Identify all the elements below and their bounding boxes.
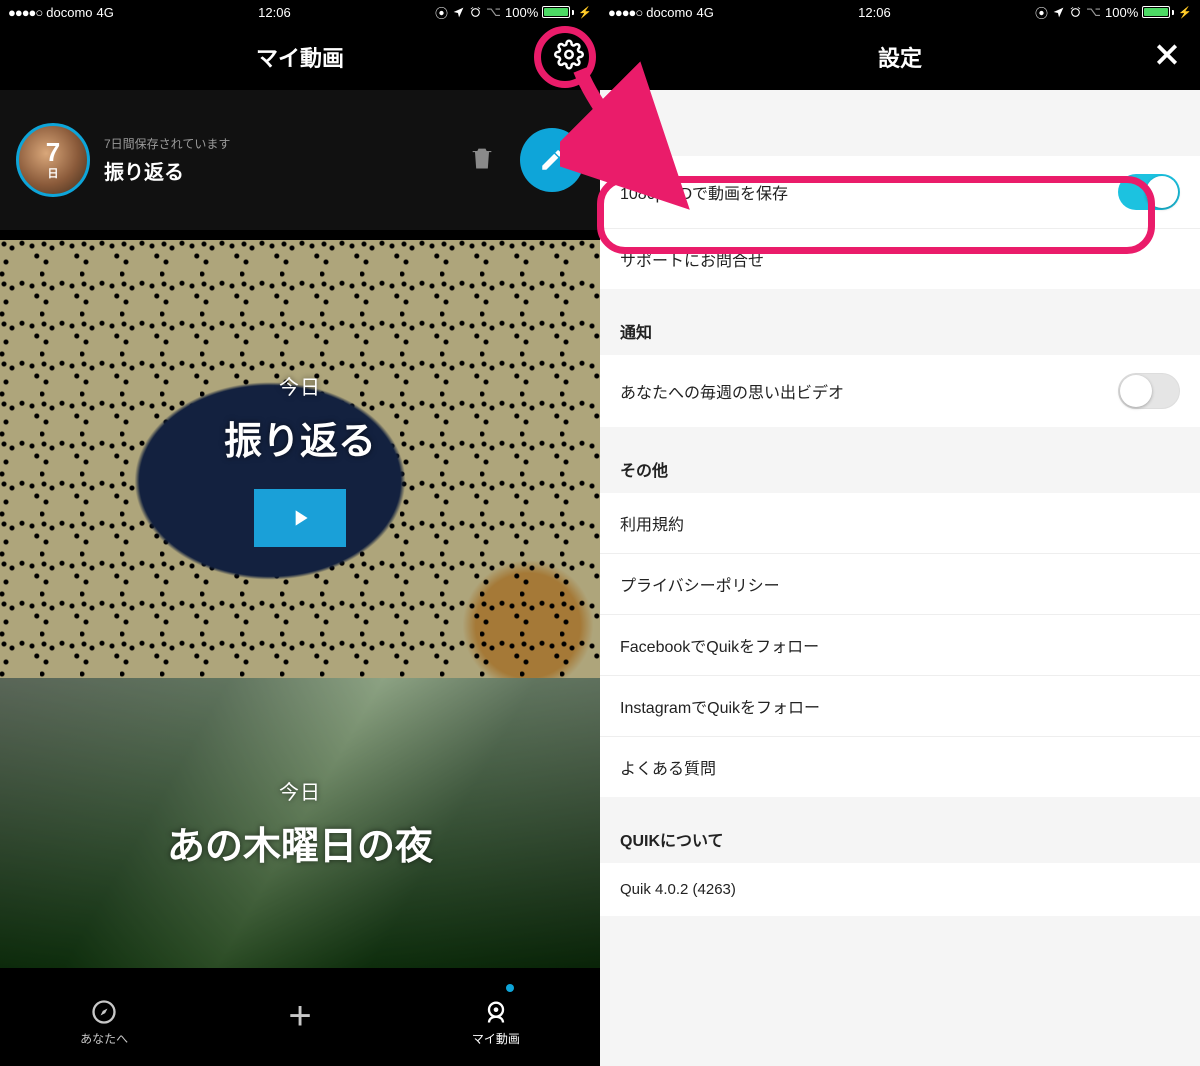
video-date: 今日 [279,371,321,400]
row-version: Quik 4.0.2 (4263) [600,863,1200,916]
signal-indicator: ●●●●○ [608,5,642,20]
row-label: 利用規約 [620,511,684,535]
delete-button[interactable] [468,144,496,177]
settings-list[interactable]: 一般 1080p HDで動画を保存 サポートにお問合せ 通知 あなたへの毎週の思… [600,90,1200,1066]
video-card-1[interactable]: 今日 振り返る [0,240,600,678]
location-icon [1052,6,1065,19]
carrier-label: docomo [46,5,92,20]
row-instagram[interactable]: InstagramでQuikをフォロー [600,676,1200,737]
status-bar: ●●●●○ docomo 4G 12:06 ⦿ ⌥ 100% ⚡ [0,0,600,24]
charging-icon: ⚡ [578,6,592,19]
bluetooth-icon: ⌥ [1086,4,1101,20]
pending-subtitle: 7日間保存されています [104,135,454,152]
clock: 12:06 [258,5,291,20]
pending-card[interactable]: 7 日 7日間保存されています 振り返る [0,90,600,240]
row-terms[interactable]: 利用規約 [600,493,1200,554]
alarm-icon [1069,6,1082,19]
row-faq[interactable]: よくある質問 [600,737,1200,797]
row-label: プライバシーポリシー [620,572,780,596]
close-button[interactable] [1152,40,1182,75]
close-icon [1152,40,1182,70]
network-label: 4G [697,5,714,20]
tab-label: マイ動画 [472,1030,520,1047]
plus-icon: + [288,1000,311,1032]
alarm-icon [469,6,482,19]
edit-button[interactable] [520,128,584,192]
battery-icon [542,6,574,18]
location-icon [452,6,465,19]
section-other: その他 [600,427,1200,493]
pending-days-badge: 7 日 [16,123,90,197]
row-label: サポートにお問合せ [620,247,764,271]
bluetooth-icon: ⌥ [486,4,501,20]
toggle-save-1080p[interactable] [1118,174,1180,210]
video-title: あの木曜日の夜 [167,815,433,870]
video-date: 今日 [279,776,321,805]
video-card-2[interactable]: 今日 あの木曜日の夜 [0,678,600,968]
tab-label: あなたへ [80,1030,128,1047]
row-label: あなたへの毎週の思い出ビデオ [620,379,844,403]
play-button[interactable] [254,489,346,547]
video-title: 振り返る [224,410,376,465]
row-facebook[interactable]: FacebookでQuikをフォロー [600,615,1200,676]
phone-left: ●●●●○ docomo 4G 12:06 ⦿ ⌥ 100% ⚡ マイ動画 [0,0,600,1066]
nav-title: マイ動画 [256,41,344,73]
row-label: FacebookでQuikをフォロー [620,633,819,657]
battery-pct: 100% [1105,5,1138,20]
notification-dot [506,984,514,992]
pencil-icon [539,147,565,173]
network-label: 4G [97,5,114,20]
battery-icon [1142,6,1174,18]
user-video-icon [482,998,510,1026]
play-icon [287,505,313,531]
nav-title: 設定 [878,41,922,73]
tab-add[interactable]: + [288,1006,311,1038]
battery-pct: 100% [505,5,538,20]
section-notifications: 通知 [600,289,1200,355]
row-label: よくある質問 [620,755,716,779]
nav-bar: マイ動画 [0,24,600,90]
row-support[interactable]: サポートにお問合せ [600,229,1200,289]
section-general: 一般 [600,90,1200,156]
row-label: 1080p HDで動画を保存 [620,180,788,204]
pending-days-unit: 日 [48,165,59,181]
tab-for-you[interactable]: あなたへ [80,998,128,1047]
row-save-1080p[interactable]: 1080p HDで動画を保存 [600,156,1200,229]
pending-title: 振り返る [104,156,454,185]
row-privacy[interactable]: プライバシーポリシー [600,554,1200,615]
status-bar: ●●●●○ docomo 4G 12:06 ⦿ ⌥ 100% ⚡ [600,0,1200,24]
carrier-label: docomo [646,5,692,20]
toggle-weekly-memories[interactable] [1118,373,1180,409]
compass-icon [90,998,118,1026]
charging-icon: ⚡ [1178,6,1192,19]
tab-bar: あなたへ + マイ動画 [0,978,600,1066]
pending-days-num: 7 [46,139,60,165]
signal-indicator: ●●●●○ [8,5,42,20]
section-about: QUIKについて [600,797,1200,863]
lock-rotation-icon: ⦿ [1035,3,1048,22]
lock-rotation-icon: ⦿ [435,3,448,22]
trash-icon [468,144,496,172]
annotation-circle [534,26,596,88]
nav-bar: 設定 [600,24,1200,90]
clock: 12:06 [858,5,891,20]
row-label: InstagramでQuikをフォロー [620,694,820,718]
tab-my-videos[interactable]: マイ動画 [472,998,520,1047]
phone-right: ●●●●○ docomo 4G 12:06 ⦿ ⌥ 100% ⚡ 設定 一般 [600,0,1200,1066]
row-weekly-memories[interactable]: あなたへの毎週の思い出ビデオ [600,355,1200,427]
